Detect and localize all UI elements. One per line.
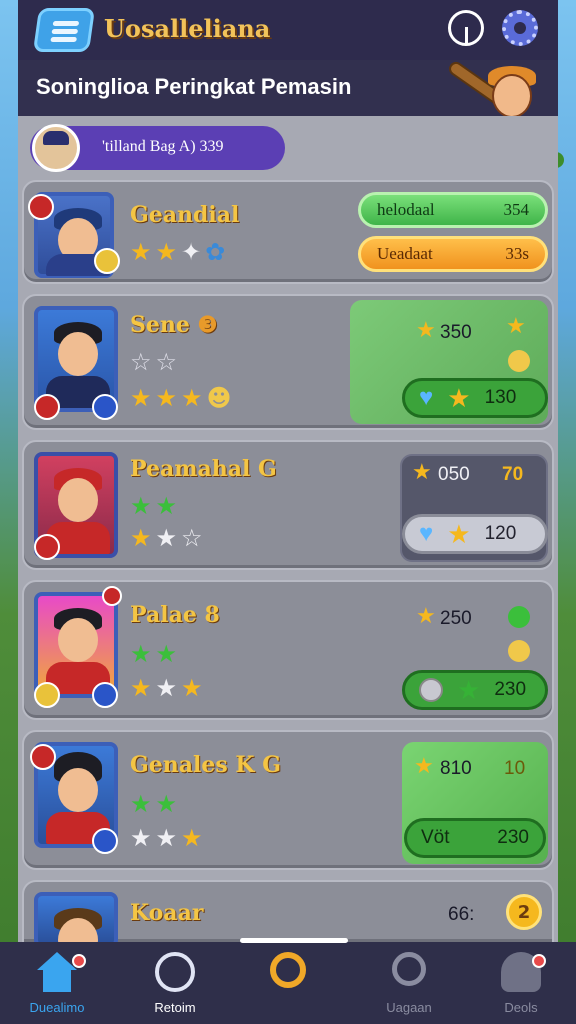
- stat-label: Vöt: [421, 827, 450, 848]
- team-badge-icon: [92, 828, 118, 854]
- rank-badge-icon: [102, 586, 122, 606]
- nav-item-home[interactable]: Duealimo: [12, 952, 102, 1018]
- heart-icon: ♥: [419, 520, 434, 547]
- rank-badge-icon: [30, 744, 56, 770]
- rank-badge: 2: [506, 894, 542, 930]
- nav-item-search[interactable]: Uagaan: [364, 952, 454, 1018]
- stat-value: 130: [484, 387, 517, 408]
- star-icon: ★: [412, 460, 432, 485]
- score-value: 810: [440, 758, 472, 779]
- pill-label: Ueadaat: [377, 244, 433, 263]
- stat-pill[interactable]: ♥ ★ 130: [402, 378, 548, 418]
- star-icon: ★: [416, 604, 436, 629]
- rank-badge-icon: [28, 194, 54, 220]
- star-icon: ★: [457, 674, 481, 705]
- pill-value: 33s: [505, 244, 529, 263]
- avatar: [34, 892, 118, 962]
- player-name: Sene ❸: [130, 312, 218, 338]
- nav-item-profile[interactable]: Deols: [476, 952, 566, 1018]
- home-icon: [37, 952, 77, 992]
- score-value-alt: 70: [502, 464, 524, 485]
- current-player-label: 'tilland Bag A) 339: [102, 138, 224, 155]
- leaderboard-card[interactable]: Peamahal G ★★ ★★☆ ★ 050 70 ♥ ★ 120: [22, 440, 554, 570]
- rating-stars: ★★★: [130, 824, 207, 852]
- score-value: 050: [438, 464, 470, 485]
- player-name: Genales K G: [130, 752, 282, 778]
- star-icon: ★: [506, 314, 526, 339]
- stat-pill[interactable]: ★ 230: [402, 670, 548, 710]
- rating-stars: ★★☆: [130, 524, 207, 552]
- emoji-icon: [34, 682, 60, 708]
- rating-stars: ☆☆: [130, 348, 182, 376]
- star-icon: ★: [447, 382, 471, 413]
- score-value: 250: [440, 608, 472, 629]
- stat-pill[interactable]: ♥ ★ 120: [402, 514, 548, 554]
- leaderboard-card[interactable]: Genales K G ★★ ★★★ ★ 810 10 Vöt 230: [22, 730, 554, 870]
- leaderboard-card[interactable]: Koaar 66: 2: [22, 880, 554, 962]
- pill-value: 354: [503, 200, 530, 219]
- stat-value: 120: [484, 523, 517, 544]
- heart-icon: ♥: [419, 384, 434, 411]
- secondary-stat-pill[interactable]: Ueadaat 33s: [358, 236, 548, 272]
- stat-pill[interactable]: Vöt 230: [404, 818, 546, 858]
- player-name: Geandial: [130, 202, 240, 228]
- nav-item-chat[interactable]: Retoim: [130, 952, 220, 1018]
- app-title: Uosalleliana: [104, 14, 271, 43]
- stat-value: 230: [497, 827, 529, 848]
- nav-item-trophy[interactable]: [243, 952, 333, 1018]
- score-value-alt: 10: [504, 758, 526, 779]
- rating-stars: ★★★☻: [130, 384, 236, 412]
- nav-label: Duealimo: [29, 1000, 85, 1015]
- gear-icon[interactable]: [502, 10, 538, 46]
- primary-stat-pill[interactable]: helodaal 354: [358, 192, 548, 228]
- star-icon: ★: [447, 518, 471, 549]
- nav-label: Uagaan: [386, 1000, 432, 1015]
- star-icon: ★: [416, 318, 436, 343]
- star-icon: ★: [414, 754, 434, 779]
- rank-badge-icon: [34, 534, 60, 560]
- pill-label: helodaal: [377, 200, 435, 219]
- player-name: Koaar: [130, 900, 204, 926]
- score-value: 350: [440, 322, 472, 343]
- rating-stars: ★★: [130, 492, 182, 520]
- emoji-icon: [508, 640, 530, 662]
- leaderboard-card[interactable]: Sene ❸ ☆☆ ★★★☻ ★ 350 ★ ♥ ★ 130: [22, 294, 554, 430]
- trophy-icon: [270, 952, 306, 988]
- stat-value: 230: [494, 679, 527, 700]
- scroll-indicator: [240, 938, 348, 943]
- rating-stars: ★★: [130, 790, 182, 818]
- player-name: Palae 8: [130, 602, 220, 628]
- score-value: 66:: [448, 904, 475, 925]
- menu-logo-icon[interactable]: [32, 8, 96, 52]
- page-title: Soninglioa Peringkat Pemasin: [36, 74, 352, 99]
- search-icon: [392, 952, 426, 986]
- avatar: [32, 124, 80, 172]
- rating-stars: ★★★: [130, 674, 207, 702]
- dot-icon: [419, 678, 443, 702]
- rating-stars: ★★: [130, 640, 182, 668]
- nav-label: Retoim: [154, 1000, 196, 1015]
- info-icon[interactable]: [448, 10, 484, 46]
- team-badge-icon: [92, 682, 118, 708]
- rating-stars: ★★✦✿: [130, 238, 230, 266]
- emoji-icon: [94, 248, 120, 274]
- player-name: Peamahal G: [130, 456, 277, 482]
- nav-label: Deols: [504, 1000, 538, 1015]
- emoji-icon: [508, 350, 530, 372]
- notification-dot-icon: [532, 954, 546, 968]
- rank-badge-icon: [34, 394, 60, 420]
- emoji-icon: [508, 606, 530, 628]
- notification-dot-icon: [72, 954, 86, 968]
- leaderboard-card[interactable]: Palae 8 ★★ ★★★ ★ 250 ★ 230: [22, 580, 554, 720]
- leaderboard-card[interactable]: Geandial ★★✦✿ helodaal 354 Ueadaat 33s: [22, 180, 554, 284]
- chat-icon: [155, 952, 195, 992]
- team-badge-icon: [92, 394, 118, 420]
- current-player-pill[interactable]: 'tilland Bag A) 339: [30, 124, 285, 172]
